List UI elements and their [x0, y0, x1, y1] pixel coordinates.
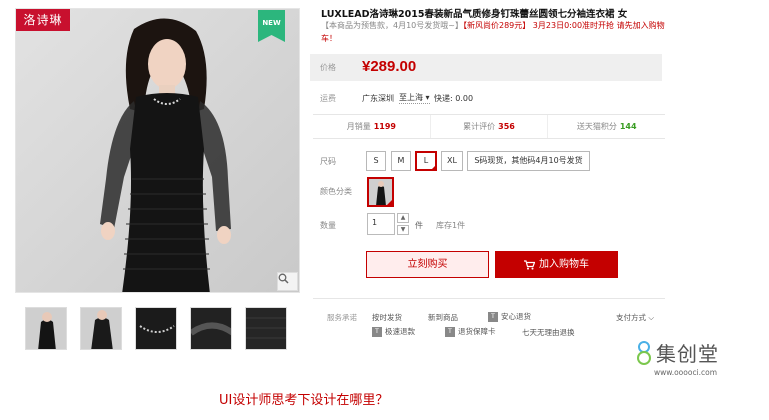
shipping-destination-select[interactable]: 至上海 ▾: [399, 92, 430, 104]
service-return-card[interactable]: T 退货保障卡: [445, 326, 496, 337]
stat-monthly-sales: 月销量 1199: [313, 115, 431, 138]
quantity-input[interactable]: 1: [367, 213, 395, 235]
price-label: 价格: [320, 63, 336, 72]
service-label: 退货保障卡: [458, 327, 496, 336]
payment-method-label: 支付方式: [616, 313, 646, 322]
brand-logo: 洛诗琳: [16, 9, 70, 31]
product-title: LUXLEAD洛诗琳2015春装新品气质修身钉珠蕾丝圆领七分袖连衣裙 女: [321, 9, 628, 20]
chevron-down-icon: ⌵: [648, 313, 655, 322]
thumbnail-2[interactable]: [80, 307, 122, 350]
stock-count: 库存1件: [436, 221, 466, 230]
tmall-t-icon: T: [488, 312, 498, 322]
payment-method-toggle[interactable]: 支付方式 ⌵: [616, 312, 654, 323]
zoom-button[interactable]: [277, 272, 298, 291]
quantity-unit: 件: [415, 221, 423, 230]
stat-reviews[interactable]: 累计评价 356: [431, 115, 549, 138]
color-option-black[interactable]: [367, 177, 394, 207]
service-new-arrival[interactable]: 新到商品: [428, 312, 458, 323]
presale-note: 【本商品为预售款，4月10号发货哦~】: [321, 21, 463, 30]
size-option-m[interactable]: M: [391, 151, 411, 171]
shipping-label: 运费: [320, 94, 336, 103]
stat-value: 1199: [373, 122, 396, 131]
caption-question: UI设计师思考下设计在哪里？: [219, 393, 389, 408]
tmall-t-icon: T: [445, 327, 455, 337]
stat-label: 累计评价: [463, 122, 496, 131]
service-label: 安心退货: [501, 312, 531, 321]
service-safe-return[interactable]: T 安心退货: [488, 311, 531, 322]
buy-now-button[interactable]: 立刻购买: [366, 251, 489, 278]
shipping-destination: 至上海: [399, 93, 423, 102]
price-value: ¥289.00: [362, 58, 417, 75]
services-label: 服务承诺: [327, 313, 357, 322]
stat-value: 356: [498, 122, 515, 131]
thumbnail-5[interactable]: [245, 307, 287, 350]
stat-label: 送天猫积分: [576, 122, 617, 131]
divider: [313, 298, 665, 299]
service-seven-day-return[interactable]: 七天无理由退换: [522, 327, 575, 338]
chevron-down-icon: ▼: [400, 226, 406, 233]
quantity-decrease-button[interactable]: ▼: [397, 225, 409, 235]
add-to-cart-label: 加入购物车: [539, 259, 589, 270]
thumbnail-1[interactable]: [25, 307, 67, 350]
service-on-time[interactable]: 按时发货: [372, 312, 402, 323]
stat-label: 月销量: [346, 122, 371, 131]
quantity-increase-button[interactable]: ▲: [397, 213, 409, 223]
color-swatch-image: [369, 179, 392, 205]
chevron-down-icon: ▾: [425, 93, 430, 102]
size-option-xl[interactable]: XL: [441, 151, 463, 171]
cart-icon: [524, 259, 535, 270]
price-bar: 价格 ¥289.00: [310, 54, 662, 81]
chevron-up-icon: ▲: [400, 214, 406, 221]
size-option-stock-note[interactable]: S码现货，其他码4月10号发货: [467, 151, 590, 171]
main-product-image[interactable]: 洛诗琳 NEW: [15, 8, 300, 293]
thumbnail-3[interactable]: [135, 307, 177, 350]
tmall-t-icon: T: [372, 327, 382, 337]
size-option-s[interactable]: S: [366, 151, 386, 171]
shipping-origin: 广东深圳: [362, 94, 394, 103]
product-subtitle: 【本商品为预售款，4月10号发货哦~】【新风尚价289元】 3月23日0:00准…: [321, 19, 666, 45]
watermark-logo: 集创堂: [636, 338, 719, 367]
size-label: 尺码: [320, 157, 336, 166]
watermark-brand: 集创堂: [656, 342, 719, 366]
magnifier-icon: [278, 273, 289, 284]
add-to-cart-button[interactable]: 加入购物车: [495, 251, 618, 278]
stat-points: 送天猫积分 144: [548, 115, 665, 138]
dress-model-illustration: [16, 9, 299, 292]
thumbnail-4[interactable]: [190, 307, 232, 350]
size-option-l[interactable]: L: [415, 151, 437, 171]
figure-eight-logo-icon: [637, 340, 651, 365]
shipping-fee: 快递: 0.00: [434, 94, 474, 103]
service-label: 极速退款: [385, 327, 415, 336]
stat-value: 144: [619, 122, 637, 131]
sales-stats: 月销量 1199 累计评价 356 送天猫积分 144: [313, 114, 665, 139]
watermark-url: www.ooooci.com: [654, 368, 718, 377]
quantity-label: 数量: [320, 221, 336, 230]
service-fast-refund[interactable]: T 极速退款: [372, 326, 415, 337]
color-label: 颜色分类: [320, 187, 352, 196]
